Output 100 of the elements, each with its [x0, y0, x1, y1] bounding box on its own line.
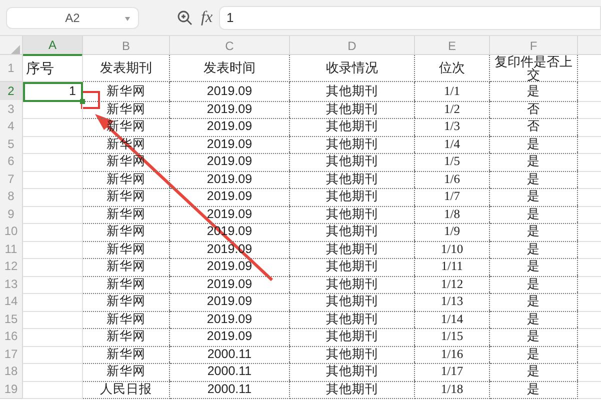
table-cell[interactable]: 新华网	[83, 257, 170, 277]
table-cell[interactable]: 2019.09	[170, 274, 290, 294]
table-cell[interactable]: 新华网	[83, 204, 170, 224]
table-cell[interactable]: 2019.09	[170, 117, 290, 137]
table-cell[interactable]: 2019.09	[170, 292, 290, 312]
table-cell[interactable]: 其他期刊	[290, 82, 415, 102]
table-cell[interactable]: 1/14	[415, 310, 490, 330]
formula-input[interactable]: 1	[218, 6, 601, 30]
table-cell[interactable]: 1/9	[415, 222, 490, 242]
table-cell[interactable]: 2000.11	[170, 380, 290, 400]
table-cell[interactable]: 是	[490, 240, 578, 260]
table-cell[interactable]: 否	[490, 117, 578, 137]
table-cell[interactable]: 是	[490, 327, 578, 347]
table-cell[interactable]: 新华网	[83, 170, 170, 190]
table-cell[interactable]	[23, 117, 83, 137]
table-cell[interactable]: 新华网	[83, 310, 170, 330]
table-cell[interactable]: 1/10	[415, 240, 490, 260]
table-cell[interactable]	[23, 380, 83, 400]
table-cell[interactable]: 是	[490, 222, 578, 242]
table-cell[interactable]: 2019.09	[170, 310, 290, 330]
table-cell[interactable]: 是	[490, 82, 578, 102]
table-cell[interactable]: 新华网	[83, 344, 170, 364]
table-cell[interactable]: 2019.09	[170, 170, 290, 190]
table-cell[interactable]: 2019.09	[170, 204, 290, 224]
table-cell[interactable]	[23, 327, 83, 347]
table-cell[interactable]	[23, 240, 83, 260]
header-cell[interactable]: 发表时间	[170, 55, 290, 82]
row-header[interactable]: 2	[0, 82, 23, 102]
table-cell[interactable]	[23, 362, 83, 382]
table-cell[interactable]: 1/1	[415, 82, 490, 102]
table-cell[interactable]: 2019.09	[170, 187, 290, 207]
table-cell[interactable]: 是	[490, 204, 578, 224]
table-cell[interactable]: 1/5	[415, 152, 490, 172]
table-cell[interactable]: 其他期刊	[290, 274, 415, 294]
table-cell[interactable]	[23, 152, 83, 172]
table-cell[interactable]: 其他期刊	[290, 134, 415, 154]
table-cell[interactable]: 是	[490, 134, 578, 154]
table-cell[interactable]: 其他期刊	[290, 327, 415, 347]
table-cell[interactable]: 1/3	[415, 117, 490, 137]
table-cell[interactable]: 新华网	[83, 292, 170, 312]
table-cell[interactable]: 1/6	[415, 170, 490, 190]
table-cell[interactable]: 新华网	[83, 362, 170, 382]
table-cell[interactable]: 是	[490, 292, 578, 312]
table-cell[interactable]: 新华网	[83, 82, 170, 102]
table-cell[interactable]: 否	[490, 100, 578, 120]
table-cell[interactable]	[23, 204, 83, 224]
column-header[interactable]: A	[23, 36, 83, 56]
table-cell[interactable]: 是	[490, 380, 578, 400]
table-cell[interactable]: 1/12	[415, 274, 490, 294]
table-cell[interactable]	[23, 344, 83, 364]
table-cell[interactable]: 1/16	[415, 344, 490, 364]
table-cell[interactable]: 2019.09	[170, 100, 290, 120]
table-cell[interactable]: 1/8	[415, 204, 490, 224]
name-box[interactable]: A2	[6, 6, 139, 28]
table-cell[interactable]: 1/18	[415, 380, 490, 400]
table-cell[interactable]: 新华网	[83, 240, 170, 260]
table-cell[interactable]: 1/7	[415, 187, 490, 207]
table-cell[interactable]: 2000.11	[170, 362, 290, 382]
table-cell[interactable]: 2019.09	[170, 327, 290, 347]
table-cell[interactable]: 其他期刊	[290, 170, 415, 190]
table-cell[interactable]: 是	[490, 274, 578, 294]
table-cell[interactable]	[23, 134, 83, 154]
table-cell[interactable]	[23, 222, 83, 242]
header-cell[interactable]: 发表期刊	[83, 55, 170, 82]
table-cell[interactable]: 新华网	[83, 327, 170, 347]
table-cell[interactable]: 新华网	[83, 152, 170, 172]
header-cell[interactable]: 复印件是否上交	[490, 55, 578, 82]
table-cell[interactable]: 是	[490, 344, 578, 364]
table-cell[interactable]: 其他期刊	[290, 222, 415, 242]
table-cell[interactable]	[23, 310, 83, 330]
table-cell[interactable]: 其他期刊	[290, 100, 415, 120]
table-cell[interactable]: 其他期刊	[290, 344, 415, 364]
table-cell[interactable]: 是	[490, 257, 578, 277]
header-cell[interactable]: 收录情况	[290, 55, 415, 82]
table-cell[interactable]: 其他期刊	[290, 310, 415, 330]
table-cell[interactable]: 是	[490, 310, 578, 330]
table-cell[interactable]	[23, 257, 83, 277]
table-cell[interactable]	[23, 187, 83, 207]
table-cell[interactable]: 其他期刊	[290, 187, 415, 207]
table-cell[interactable]: 其他期刊	[290, 362, 415, 382]
table-cell[interactable]: 其他期刊	[290, 152, 415, 172]
table-cell[interactable]	[23, 292, 83, 312]
table-cell[interactable]: 其他期刊	[290, 380, 415, 400]
table-cell[interactable]: 人民日报	[83, 380, 170, 400]
table-cell[interactable]: 2019.09	[170, 152, 290, 172]
table-cell[interactable]: 1/2	[415, 100, 490, 120]
table-cell[interactable]: 是	[490, 152, 578, 172]
table-cell[interactable]: 1/17	[415, 362, 490, 382]
table-cell[interactable]: 是	[490, 362, 578, 382]
table-cell[interactable]: 其他期刊	[290, 292, 415, 312]
table-cell[interactable]: 1/13	[415, 292, 490, 312]
table-cell[interactable]: 2019.09	[170, 257, 290, 277]
table-cell[interactable]	[23, 274, 83, 294]
header-cell[interactable]: 位次	[415, 55, 490, 82]
header-cell[interactable]: 序号	[23, 55, 83, 82]
table-cell[interactable]: 其他期刊	[290, 204, 415, 224]
table-cell[interactable]: 2000.11	[170, 344, 290, 364]
table-cell[interactable]: 是	[490, 170, 578, 190]
zoom-icon[interactable]	[177, 10, 193, 26]
table-cell[interactable]: 其他期刊	[290, 117, 415, 137]
